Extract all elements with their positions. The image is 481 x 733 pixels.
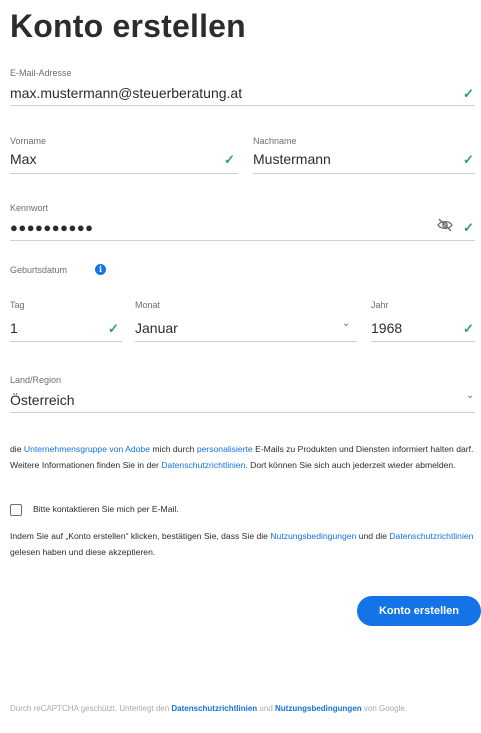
year-field[interactable]: 1968	[371, 320, 402, 336]
country-underline	[10, 412, 475, 413]
country-label: Land/Region	[10, 375, 62, 385]
create-account-button[interactable]: Konto erstellen	[357, 596, 481, 626]
contact-checkbox[interactable]	[10, 504, 22, 516]
year-underline	[371, 341, 475, 342]
first-name-field[interactable]: Max	[10, 151, 36, 167]
day-field[interactable]: 1	[10, 320, 18, 336]
last-name-field[interactable]: Mustermann	[253, 151, 331, 167]
google-privacy-link[interactable]: Datenschutzrichtlinien	[171, 704, 257, 713]
email-label: E-Mail-Adresse	[10, 68, 72, 78]
email-underline	[10, 105, 475, 106]
privacy-policy-link[interactable]: Datenschutzrichtlinien	[389, 531, 473, 541]
month-select[interactable]: Januar	[135, 320, 178, 336]
day-label: Tag	[10, 300, 25, 310]
contact-checkbox-label: Bitte kontaktieren Sie mich per E-Mail.	[33, 504, 179, 514]
chevron-down-icon: ⌄	[342, 318, 351, 329]
last-name-label: Nachname	[253, 136, 297, 146]
terms-text: Indem Sie auf „Konto erstellen“ klicken,…	[10, 531, 474, 557]
month-label: Monat	[135, 300, 161, 310]
last-name-underline	[253, 173, 475, 174]
privacy-policy-link[interactable]: Datenschutzrichtlinien	[161, 460, 245, 470]
eye-off-icon[interactable]	[437, 218, 453, 232]
info-icon[interactable]: i	[95, 264, 106, 275]
country-select[interactable]: Österreich	[10, 392, 75, 408]
page-title: Konto erstellen	[10, 8, 246, 44]
check-icon: ✓	[463, 321, 474, 336]
first-name-label: Vorname	[10, 136, 47, 146]
check-icon: ✓	[224, 152, 235, 167]
check-icon: ✓	[108, 321, 119, 336]
password-field[interactable]: ●●●●●●●●●●	[10, 220, 94, 235]
recaptcha-notice: Durch reCAPTCHA geschützt. Unterliegt de…	[10, 704, 408, 713]
adobe-group-link[interactable]: Unternehmensgruppe von Adobe	[24, 444, 150, 454]
day-underline	[10, 341, 122, 342]
check-icon: ✓	[463, 152, 474, 167]
password-label: Kennwort	[10, 203, 49, 213]
consent-text: die Unternehmensgruppe von Adobe mich du…	[10, 444, 474, 470]
password-underline	[10, 240, 475, 241]
birthdate-label: Geburtsdatum	[10, 265, 68, 275]
chevron-down-icon: ⌄	[466, 390, 475, 401]
email-field[interactable]: max.mustermann@steuerberatung.at	[10, 85, 242, 101]
terms-of-use-link[interactable]: Nutzungsbedingungen	[270, 531, 356, 541]
check-icon: ✓	[463, 220, 474, 235]
first-name-underline	[10, 173, 238, 174]
personalized-link[interactable]: personalisierte	[197, 444, 253, 454]
month-underline	[135, 341, 357, 342]
google-terms-link[interactable]: Nutzungsbedingungen	[275, 704, 362, 713]
year-label: Jahr	[371, 300, 389, 310]
check-icon: ✓	[463, 86, 474, 101]
